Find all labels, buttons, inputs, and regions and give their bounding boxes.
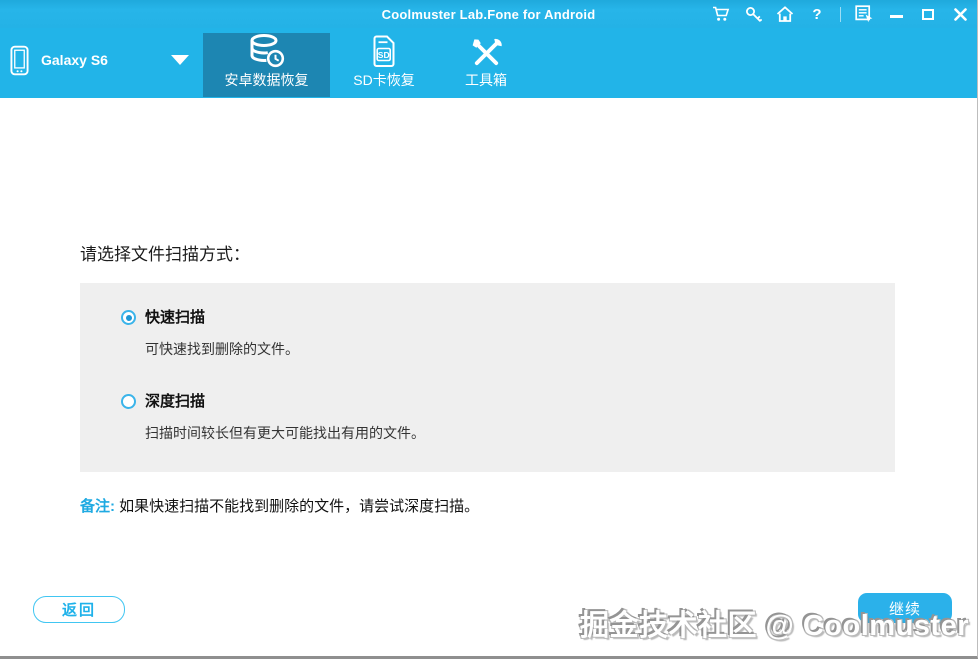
option-deep-scan[interactable]: 深度扫描 扫描时间较长但有更大可能找出有用的文件。 bbox=[121, 392, 895, 443]
device-selector[interactable]: Galaxy S6 bbox=[0, 28, 203, 92]
phone-icon bbox=[10, 45, 29, 76]
minimize-icon[interactable] bbox=[887, 5, 905, 23]
app-window: Coolmuster Lab.Fone for Android ? bbox=[0, 0, 978, 659]
page-title: 请选择文件扫描方式： bbox=[80, 240, 250, 265]
device-name: Galaxy S6 bbox=[41, 52, 108, 68]
header: Galaxy S6 安卓数据恢复 SD bbox=[0, 28, 977, 98]
option-description: 可快速找到删除的文件。 bbox=[145, 339, 299, 359]
tab-label: SD卡恢复 bbox=[353, 70, 414, 90]
radio-quick-scan[interactable] bbox=[121, 310, 136, 325]
tab-label: 工具箱 bbox=[465, 70, 507, 90]
option-label: 快速扫描 bbox=[145, 308, 299, 327]
tools-icon bbox=[470, 37, 503, 68]
svg-text:SD: SD bbox=[378, 50, 390, 60]
tab-android-recovery[interactable]: 安卓数据恢复 bbox=[203, 33, 330, 97]
option-description: 扫描时间较长但有更大可能找出有用的文件。 bbox=[145, 423, 425, 443]
note-text: 如果快速扫描不能找到删除的文件，请尝试深度扫描。 bbox=[119, 498, 479, 515]
continue-button[interactable]: 继续 bbox=[858, 593, 952, 623]
help-icon[interactable]: ? bbox=[808, 5, 826, 23]
option-label: 深度扫描 bbox=[145, 392, 425, 411]
tab-sd-recovery[interactable]: SD SD卡恢复 bbox=[330, 33, 438, 97]
sd-card-icon: SD bbox=[372, 35, 396, 68]
home-icon[interactable] bbox=[776, 5, 794, 23]
window-title: Coolmuster Lab.Fone for Android bbox=[382, 7, 596, 22]
titlebar-separator bbox=[840, 7, 841, 22]
tab-label: 安卓数据恢复 bbox=[225, 70, 309, 90]
tab-toolbox[interactable]: 工具箱 bbox=[438, 33, 534, 97]
tab-bar: 安卓数据恢复 SD SD卡恢复 工具箱 bbox=[203, 28, 534, 98]
titlebar: Coolmuster Lab.Fone for Android ? bbox=[0, 0, 977, 28]
radio-deep-scan[interactable] bbox=[121, 394, 136, 409]
note: 备注: 如果快速扫描不能找到删除的文件，请尝试深度扫描。 bbox=[80, 495, 479, 516]
maximize-icon[interactable] bbox=[919, 5, 937, 23]
scan-options-panel: 快速扫描 可快速找到删除的文件。 深度扫描 扫描时间较长但有更大可能找出有用的文… bbox=[80, 283, 895, 472]
key-icon[interactable] bbox=[744, 5, 762, 23]
back-button[interactable]: 返回 bbox=[33, 596, 125, 623]
note-label: 备注: bbox=[80, 498, 115, 515]
main-content: 请选择文件扫描方式： 快速扫描 可快速找到删除的文件。 深度扫描 扫描时间较长但… bbox=[0, 98, 977, 656]
option-quick-scan[interactable]: 快速扫描 可快速找到删除的文件。 bbox=[121, 308, 895, 359]
feedback-icon[interactable] bbox=[855, 5, 873, 23]
database-clock-icon bbox=[248, 34, 285, 68]
cart-icon[interactable] bbox=[712, 5, 730, 23]
chevron-down-icon bbox=[171, 55, 189, 65]
close-icon[interactable] bbox=[951, 5, 969, 23]
titlebar-icons: ? bbox=[712, 0, 969, 28]
